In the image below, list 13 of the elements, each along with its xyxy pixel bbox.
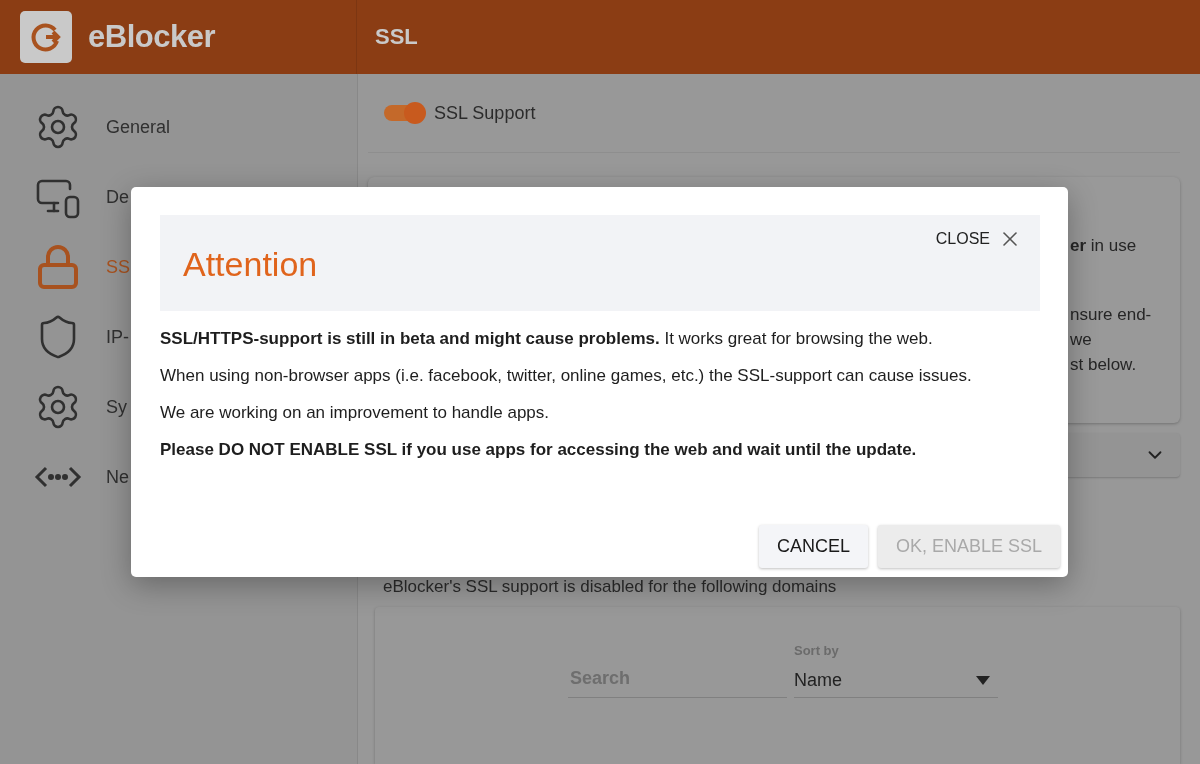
card-text: er in use bbox=[1070, 235, 1138, 257]
dialog-title: Attention bbox=[183, 244, 318, 284]
page-title: SSL bbox=[375, 24, 418, 50]
toggle-label: SSL Support bbox=[434, 102, 536, 124]
dialog-paragraph: SSL/HTTPS-support is still in beta and might cause problems. It works great for browsing the web. bbox=[160, 328, 934, 350]
card-text: st below. bbox=[1070, 354, 1138, 376]
card-text: nsure end- bbox=[1070, 304, 1153, 326]
logo-text: eBlocker bbox=[88, 19, 215, 55]
dialog-paragraph: When using non-browser apps (i.e. facebook, twitter, online games, etc.) the SSL-support can cause issues. bbox=[160, 365, 973, 387]
domains-note: eBlocker's SSL support is disabled for the following domains bbox=[382, 577, 838, 597]
dialog-paragraph: Please DO NOT ENABLE SSL if you use apps for accessing the web and wait until the update. bbox=[160, 439, 918, 461]
card-text: we bbox=[1070, 329, 1093, 351]
dialog-paragraph: We are working on an improvement to handle apps. bbox=[160, 402, 551, 424]
